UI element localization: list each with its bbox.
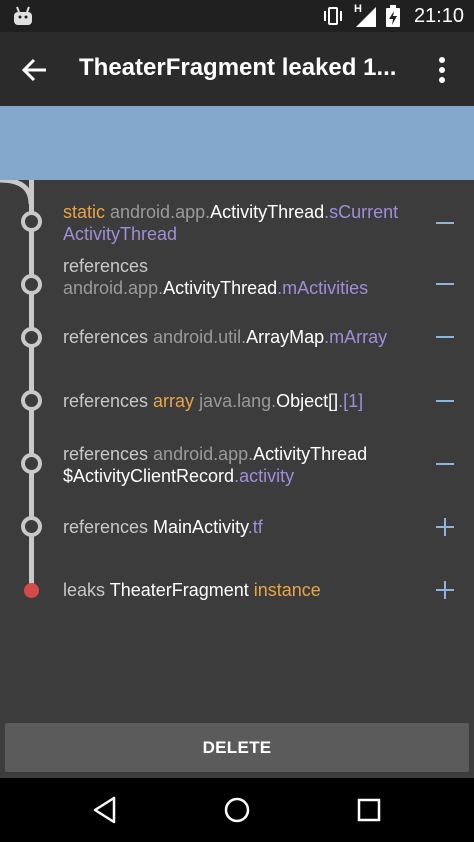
- trace-node: [21, 453, 42, 474]
- minus-icon: [436, 222, 454, 224]
- trace-row-text: references array java.lang.Object[].[1]: [63, 390, 423, 412]
- trace-segment: MainActivity: [153, 517, 248, 537]
- trace-segment: references: [63, 256, 149, 276]
- arrow-back-icon[interactable]: [16, 50, 56, 90]
- plus-icon-stroke: [444, 581, 446, 599]
- trace-segment: ActivityThread: [163, 278, 278, 298]
- trace-row-text: static android.app.ActivityThread.sCurre…: [63, 201, 423, 245]
- delete-button[interactable]: DELETE: [5, 723, 469, 772]
- trace-segment: android.app.: [110, 202, 211, 222]
- collapse-button[interactable]: [434, 326, 456, 348]
- trace-node: [21, 211, 42, 232]
- trace-segment: static: [63, 202, 111, 222]
- status-bar: H 21:10: [0, 0, 474, 32]
- trace-segment: references: [63, 391, 154, 411]
- plus-icon-stroke: [444, 518, 446, 536]
- expand-button[interactable]: [434, 579, 456, 601]
- trace-segment: ArrayMap: [246, 327, 325, 347]
- trace-segment: TheaterFragment: [109, 580, 254, 600]
- trace-segment: leaks: [63, 580, 110, 600]
- trace-row[interactable]: references MainActivity.tf: [0, 505, 474, 565]
- trace-row-text: references android.util.ArrayMap.mArray: [63, 326, 423, 348]
- trace-segment: references: [63, 327, 154, 347]
- trace-row[interactable]: references android.app.ActivityThread.mAc…: [0, 255, 474, 315]
- trace-row[interactable]: static android.app.ActivityThread.sCurre…: [0, 192, 474, 252]
- trace-row-text: references MainActivity.tf: [63, 516, 423, 538]
- signal-icon: H: [354, 3, 376, 27]
- android-debug-icon: [14, 6, 32, 25]
- trace-node: [21, 274, 42, 295]
- trace-node: [21, 516, 42, 537]
- trace-row-leak[interactable]: leaks TheaterFragment instance: [0, 568, 474, 628]
- leak-node: [24, 583, 39, 598]
- trace-row-text: leaks TheaterFragment instance: [63, 579, 423, 601]
- trace-segment: android.app.: [63, 278, 164, 298]
- nav-recents-icon[interactable]: [351, 792, 387, 828]
- collapse-button[interactable]: [434, 453, 456, 475]
- collapse-button[interactable]: [434, 390, 456, 412]
- trace-row[interactable]: references android.app.ActivityThread $Ac…: [0, 442, 474, 502]
- trace-segment: .mArray: [324, 327, 388, 347]
- minus-icon: [436, 283, 454, 285]
- expand-button[interactable]: [434, 516, 456, 538]
- trace-row-text: references android.app.ActivityThread.mAc…: [63, 255, 423, 299]
- status-time: 21:10: [413, 4, 464, 27]
- battery-charging-icon: [385, 5, 400, 27]
- nav-home-icon[interactable]: [219, 792, 255, 828]
- trace-node: [21, 327, 42, 348]
- more-vert-icon[interactable]: [422, 50, 462, 90]
- trace-segment: instance: [253, 580, 321, 600]
- trace-segment: .[1]: [338, 391, 364, 411]
- minus-icon: [436, 400, 454, 402]
- trace-segment: references: [63, 517, 154, 537]
- leak-header-band: [0, 106, 474, 180]
- trace-segment: $ActivityClientRecord: [63, 466, 235, 486]
- navigation-bar: [0, 778, 474, 842]
- collapse-button[interactable]: [434, 212, 456, 234]
- trace-segment: .activity: [234, 466, 295, 486]
- trace-segment: .tf: [247, 517, 263, 537]
- trace-node: [21, 390, 42, 411]
- trace-segment: .mActivities: [277, 278, 369, 298]
- app-bar: TheaterFragment leaked 1...: [0, 32, 474, 106]
- trace-segment: ActivityThread: [210, 202, 325, 222]
- trace-segment: references: [63, 444, 154, 464]
- nav-back-icon[interactable]: [87, 792, 123, 828]
- trace-row[interactable]: references android.util.ArrayMap.mArray: [0, 318, 474, 378]
- trace-row-text: references android.app.ActivityThread $Ac…: [63, 443, 423, 487]
- trace-segment: java.lang.: [199, 391, 277, 411]
- trace-segment: Object[]: [276, 391, 339, 411]
- trace-segment: ActivityThread: [253, 444, 368, 464]
- page-title: TheaterFragment leaked 1...: [79, 54, 397, 81]
- trace-segment: ActivityThread: [63, 224, 178, 244]
- trace-row[interactable]: references array java.lang.Object[].[1]: [0, 381, 474, 441]
- leak-trace-list: static android.app.ActivityThread.sCurre…: [0, 180, 474, 720]
- vibrate-icon: [323, 7, 342, 25]
- collapse-button[interactable]: [434, 273, 456, 295]
- trace-segment: .sCurrent: [324, 202, 399, 222]
- minus-icon: [436, 463, 454, 465]
- trace-segment: array: [153, 391, 200, 411]
- trace-segment: android.app.: [153, 444, 254, 464]
- minus-icon: [436, 336, 454, 338]
- trace-segment: android.util.: [153, 327, 247, 347]
